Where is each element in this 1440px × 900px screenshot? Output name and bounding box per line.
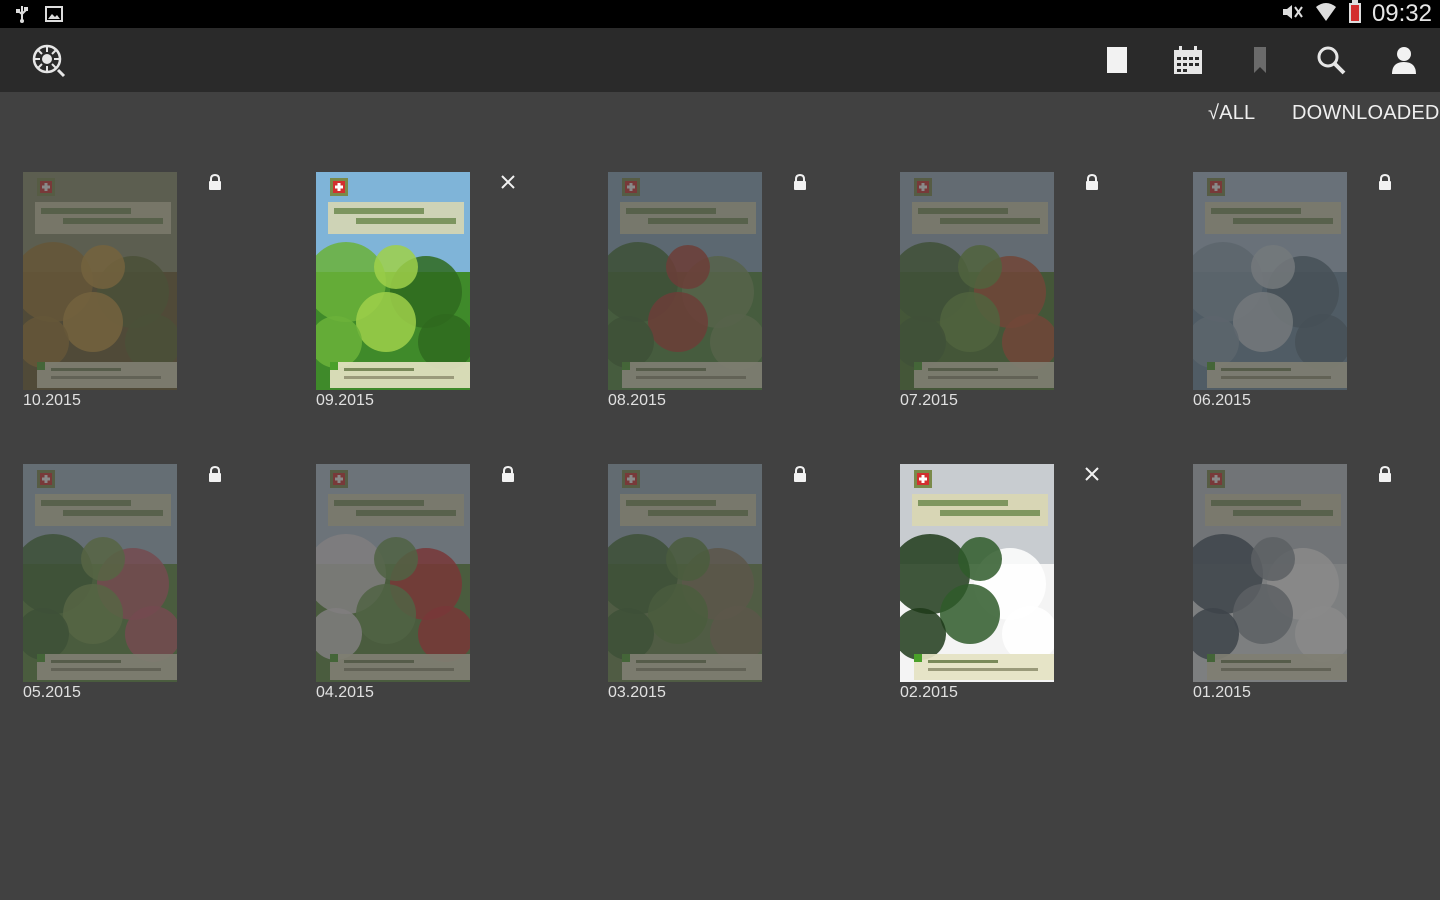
lock-icon [1082, 172, 1102, 192]
issue-date: 06.2015 [1193, 392, 1251, 409]
issue-tile[interactable]: 08.2015 [608, 172, 848, 422]
issue-cover-image[interactable] [608, 172, 762, 390]
app-logo-icon[interactable] [28, 40, 68, 80]
wifi-icon [1314, 1, 1338, 28]
lock-icon [790, 172, 810, 192]
lock-icon [790, 464, 810, 484]
user-icon[interactable] [1386, 42, 1422, 78]
search-icon[interactable] [1313, 42, 1349, 78]
bookmark-icon[interactable] [1242, 42, 1278, 78]
issue-cover-image[interactable] [316, 172, 470, 390]
issue-cover-image[interactable] [23, 464, 177, 682]
image-icon [44, 4, 64, 29]
mute-icon [1280, 1, 1304, 28]
locked-overlay [608, 464, 762, 682]
battery-icon [1348, 0, 1362, 29]
issue-tile[interactable]: 02.2015 [900, 464, 1140, 714]
issue-date: 03.2015 [608, 684, 666, 701]
lock-icon [205, 172, 225, 192]
close-icon[interactable] [1082, 464, 1102, 484]
issue-date: 01.2015 [1193, 684, 1251, 701]
clock: 09:32 [1371, 0, 1432, 27]
issue-tile[interactable]: 09.2015 [316, 172, 556, 422]
issue-tile[interactable]: 07.2015 [900, 172, 1140, 422]
locked-overlay [1193, 172, 1347, 390]
filter-all-tab[interactable]: √ALL [1208, 102, 1255, 125]
issue-tile[interactable]: 03.2015 [608, 464, 848, 714]
issue-cover-image[interactable] [23, 172, 177, 390]
lock-icon [1375, 464, 1395, 484]
locked-overlay [1193, 464, 1347, 682]
issue-date: 09.2015 [316, 392, 374, 409]
locked-overlay [900, 172, 1054, 390]
usb-icon [12, 4, 32, 29]
issue-tile[interactable]: 01.2015 [1193, 464, 1433, 714]
close-icon[interactable] [498, 172, 518, 192]
issue-date: 07.2015 [900, 392, 958, 409]
issue-tile[interactable]: 05.2015 [23, 464, 263, 714]
lock-icon [205, 464, 225, 484]
action-bar [0, 28, 1440, 92]
issue-date: 10.2015 [23, 392, 81, 409]
issue-date: 04.2015 [316, 684, 374, 701]
issue-tile[interactable]: 04.2015 [316, 464, 556, 714]
issue-cover-image[interactable] [1193, 172, 1347, 390]
issue-date: 02.2015 [900, 684, 958, 701]
locked-overlay [608, 172, 762, 390]
issue-cover-image[interactable] [900, 172, 1054, 390]
issue-cover-image[interactable] [1193, 464, 1347, 682]
issue-cover-image[interactable] [316, 464, 470, 682]
calendar-icon[interactable] [1170, 42, 1206, 78]
locked-overlay [23, 172, 177, 390]
issue-date: 08.2015 [608, 392, 666, 409]
issue-cover-image[interactable] [608, 464, 762, 682]
single-page-icon[interactable] [1099, 42, 1135, 78]
issue-tile[interactable]: 06.2015 [1193, 172, 1433, 422]
status-bar: 09:32 [0, 0, 1440, 28]
locked-overlay [316, 464, 470, 682]
issue-tile[interactable]: 10.2015 [23, 172, 263, 422]
lock-icon [498, 464, 518, 484]
filter-downloaded-tab[interactable]: DOWNLOADED [1292, 102, 1440, 125]
locked-overlay [23, 464, 177, 682]
issue-date: 05.2015 [23, 684, 81, 701]
lock-icon [1375, 172, 1395, 192]
issue-cover-image[interactable] [900, 464, 1054, 682]
